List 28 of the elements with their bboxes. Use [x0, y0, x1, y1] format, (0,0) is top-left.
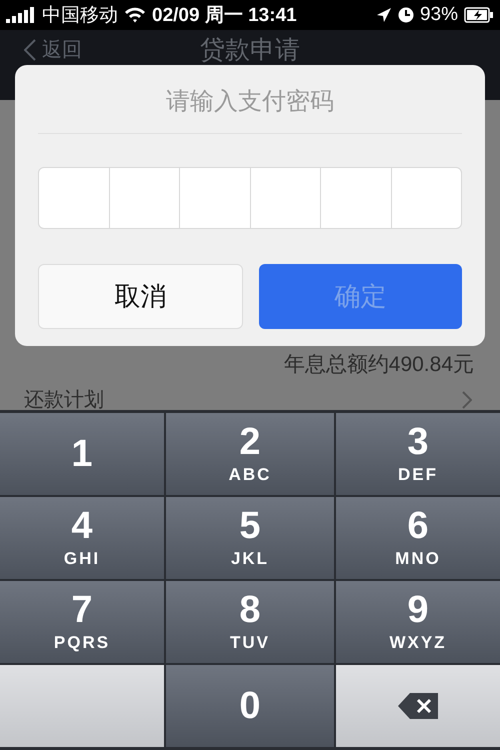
signal-icon: [6, 7, 36, 23]
keypad-key[interactable]: 8 TUV: [166, 581, 334, 663]
dialog-title: 请输入支付密码: [166, 87, 334, 117]
keypad-key[interactable]: 7 PQRS: [0, 581, 164, 663]
interest-total: 年息总额约490.84元: [284, 352, 474, 378]
keypad-key[interactable]: 9 WXYZ: [336, 581, 500, 663]
keypad-key[interactable]: 4 GHI: [0, 497, 164, 579]
location-icon: [376, 7, 392, 23]
clock-icon: [398, 7, 414, 23]
keypad-key[interactable]: 3 DEF: [336, 413, 500, 495]
keypad-key[interactable]: 5 JKL: [166, 497, 334, 579]
keypad-key[interactable]: 2 ABC: [166, 413, 334, 495]
wifi-icon: [124, 7, 146, 23]
back-icon: [24, 38, 36, 60]
battery-icon: [464, 7, 494, 23]
repayment-plan-label: 还款计划: [24, 388, 104, 410]
carrier-name: 中国移动: [42, 4, 118, 28]
delete-key[interactable]: [336, 665, 500, 747]
status-time: 02/09 周一 13:41: [152, 4, 297, 28]
chevron-icon: [462, 390, 472, 408]
cancel-button[interactable]: 取消: [38, 264, 243, 329]
keypad-key[interactable]: 6 MNO: [336, 497, 500, 579]
keypad-key[interactable]: 0: [166, 665, 334, 747]
battery-percent: 93%: [420, 4, 458, 26]
password-field[interactable]: [38, 167, 462, 229]
keypad-key[interactable]: 1: [0, 413, 164, 495]
backspace-icon: [396, 691, 440, 721]
page-title: 贷款申请: [200, 35, 300, 66]
